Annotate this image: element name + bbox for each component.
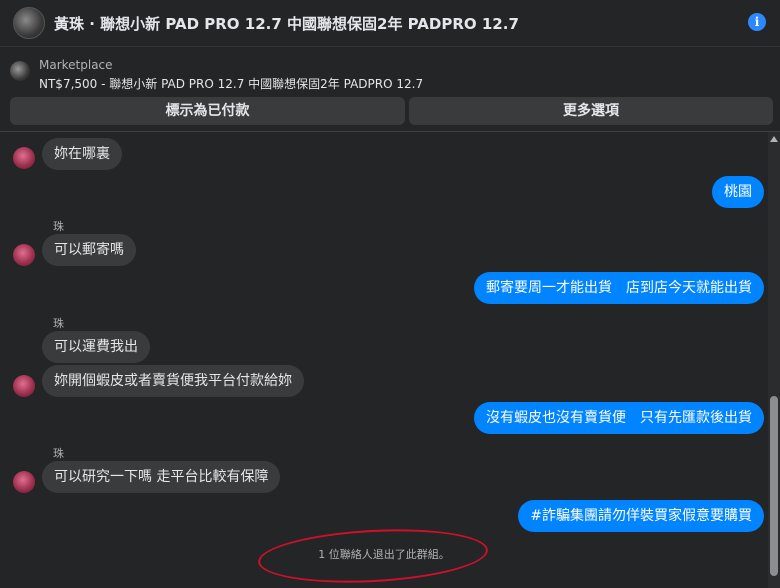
conversation-title[interactable]: 黃珠 · 聯想小新 PAD PRO 12.7 中國聯想保固2年 PADPRO 1… xyxy=(54,13,519,34)
incoming-message[interactable]: 可以研究一下嗎 走平台比較有保障 xyxy=(42,461,281,493)
incoming-message[interactable]: 可以郵寄嗎 xyxy=(42,234,136,266)
marketplace-panel: Marketplace NT$7,500 - 聯想小新 PAD PRO 12.7… xyxy=(0,46,780,132)
annotation-circle xyxy=(256,524,490,588)
more-options-button[interactable]: 更多選項 xyxy=(409,97,773,125)
incoming-message[interactable]: 妳在哪裏 xyxy=(42,138,122,170)
scrollbar[interactable] xyxy=(768,132,780,588)
avatar[interactable] xyxy=(13,7,45,39)
outgoing-message[interactable]: 沒有蝦皮也沒有賣貨便 只有先匯款後出貨 xyxy=(474,402,764,434)
incoming-message[interactable]: 妳開個蝦皮或者賣貨便我平台付款給妳 xyxy=(42,365,304,397)
sender-name: 珠 xyxy=(53,317,64,330)
outgoing-message[interactable]: 郵寄要周一才能出貨 店到店今天就能出貨 xyxy=(474,272,764,304)
avatar[interactable] xyxy=(13,147,35,169)
listing-thumbnail[interactable] xyxy=(10,61,30,81)
outgoing-message[interactable]: 桃園 xyxy=(712,176,764,208)
scrollbar-thumb[interactable] xyxy=(770,396,778,576)
outgoing-message[interactable]: #詐騙集團請勿佯裝買家假意要購買 xyxy=(518,500,764,532)
message-list[interactable]: 妳在哪裏 桃園 珠 可以郵寄嗎 郵寄要周一才能出貨 店到店今天就能出貨 珠 可以… xyxy=(0,132,780,588)
scroll-up-icon[interactable] xyxy=(770,136,778,142)
listing-title[interactable]: NT$7,500 - 聯想小新 PAD PRO 12.7 中國聯想保固2年 PA… xyxy=(39,75,423,92)
sender-name: 珠 xyxy=(53,220,64,233)
chat-header: 黃珠 · 聯想小新 PAD PRO 12.7 中國聯想保固2年 PADPRO 1… xyxy=(0,0,780,46)
mark-paid-button[interactable]: 標示為已付款 xyxy=(10,97,405,125)
avatar[interactable] xyxy=(13,244,35,266)
incoming-message[interactable]: 可以運費我出 xyxy=(42,331,150,363)
avatar[interactable] xyxy=(13,375,35,397)
info-icon[interactable]: i xyxy=(748,13,766,31)
marketplace-label: Marketplace xyxy=(39,58,113,72)
sender-name: 珠 xyxy=(53,447,64,460)
avatar[interactable] xyxy=(13,471,35,493)
